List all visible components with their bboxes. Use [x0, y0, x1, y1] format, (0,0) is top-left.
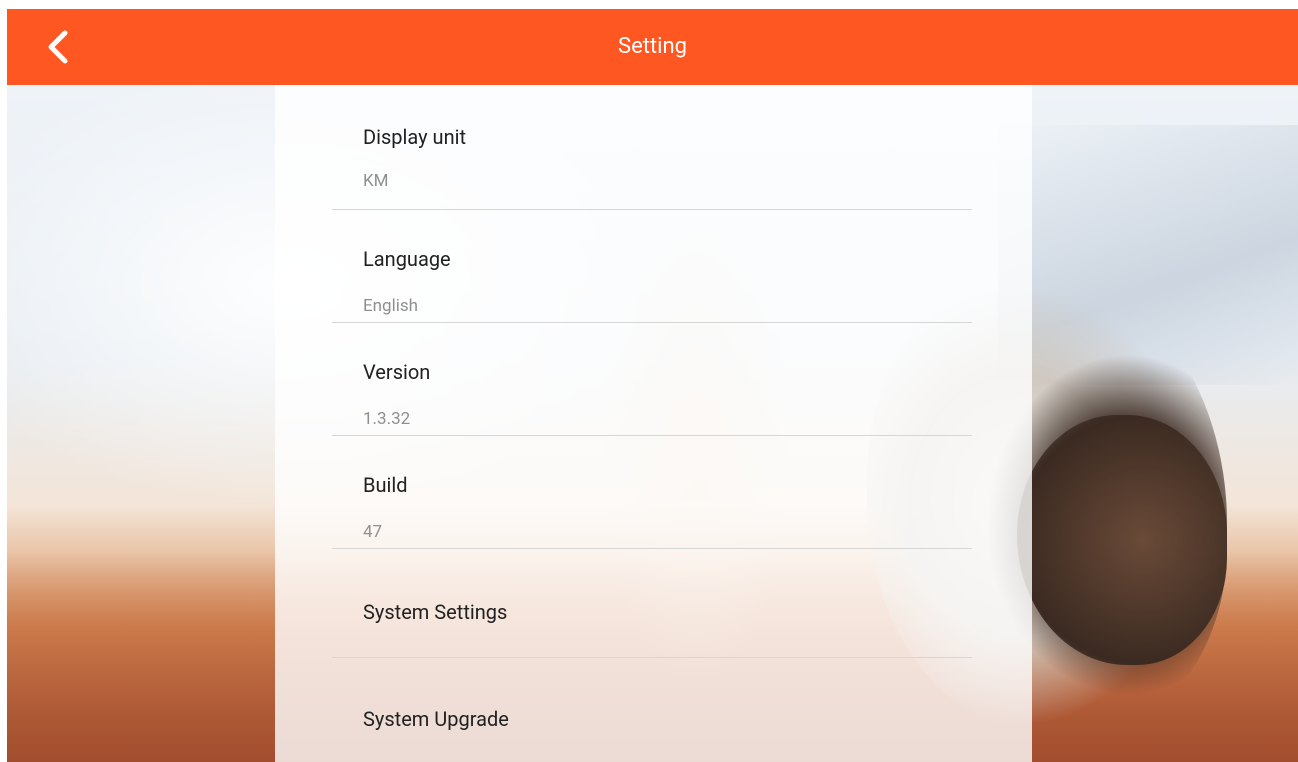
setting-version[interactable]: Version 1.3.32 — [332, 323, 972, 436]
setting-system-settings[interactable]: System Settings — [332, 549, 972, 658]
setting-label: Version — [363, 360, 431, 384]
settings-panel: Display unit KM Language English Version… — [275, 85, 1032, 762]
setting-label: System Settings — [363, 600, 508, 624]
setting-label: Display unit — [363, 125, 467, 149]
setting-value: 47 — [363, 522, 383, 542]
page-title: Setting — [618, 34, 687, 59]
setting-value: KM — [363, 171, 389, 191]
setting-value: 1.3.32 — [363, 409, 411, 429]
setting-language[interactable]: Language English — [332, 210, 972, 323]
setting-build[interactable]: Build 47 — [332, 436, 972, 549]
app-bar: Setting — [7, 9, 1298, 85]
setting-value: English — [363, 296, 419, 316]
setting-label: Language — [363, 247, 451, 271]
setting-label: Build — [363, 473, 408, 497]
settings-list: Display unit KM Language English Version… — [332, 85, 972, 762]
settings-screen: Setting Display unit KM Language English… — [7, 9, 1298, 762]
setting-display-unit[interactable]: Display unit KM — [332, 85, 972, 210]
setting-system-upgrade[interactable]: System Upgrade — [332, 658, 972, 762]
setting-label: System Upgrade — [363, 707, 509, 731]
